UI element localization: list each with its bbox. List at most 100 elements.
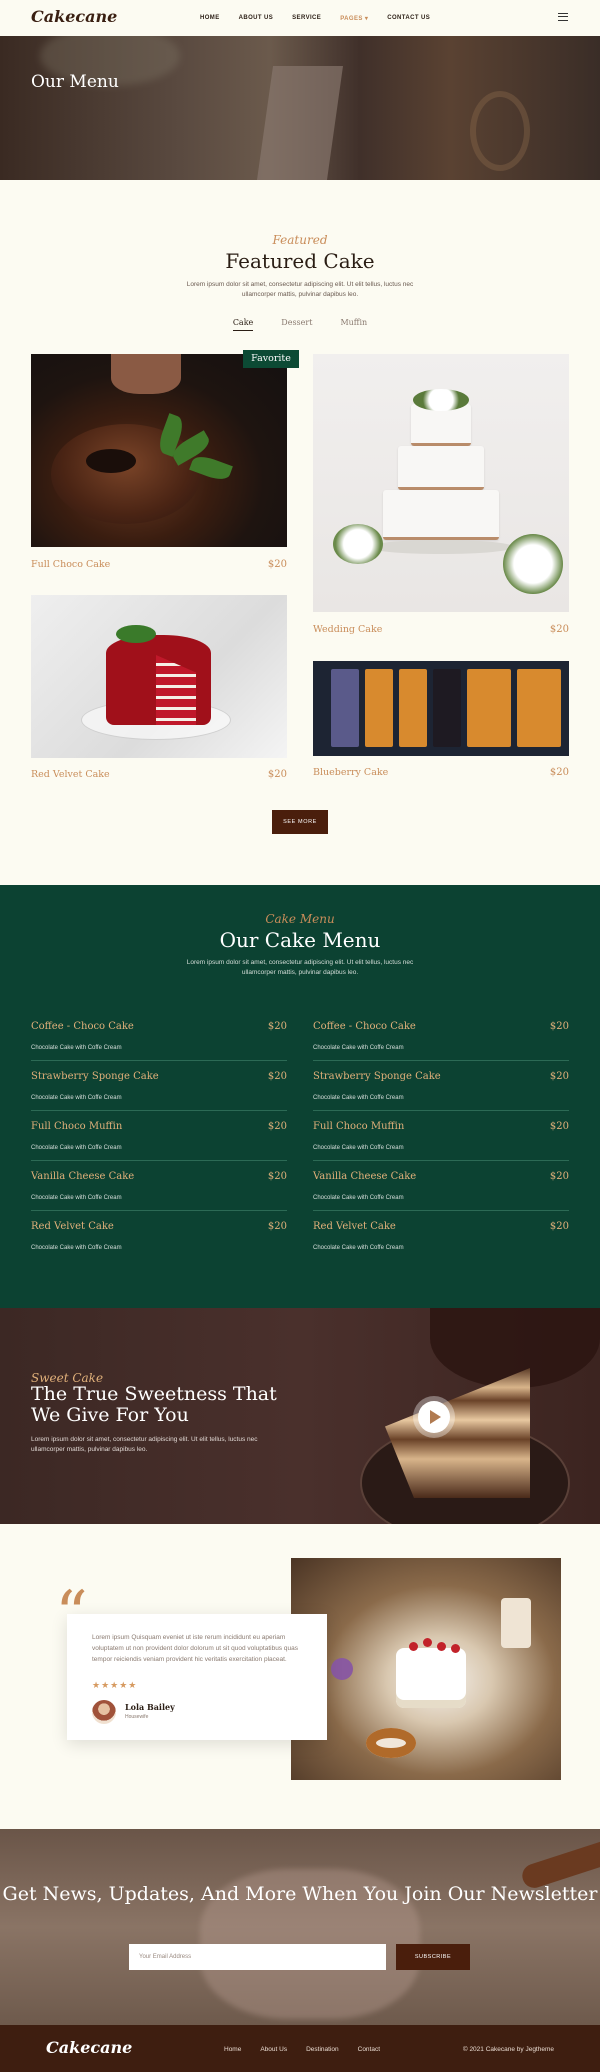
menu-item-description: Chocolate Cake with Coffe Cream — [313, 1145, 404, 1151]
menu-item-description: Chocolate Cake with Coffe Cream — [313, 1095, 404, 1101]
tea-cup-shape — [366, 1728, 416, 1758]
menu-item-price: $20 — [267, 1121, 287, 1132]
sweet-cake-description: Lorem ipsum dolor sit amet, consectetur … — [31, 1436, 258, 1453]
featured-tabs: Cake Dessert Muffin — [0, 318, 600, 331]
strawberry-shape — [409, 1642, 418, 1651]
cake-shape — [396, 1648, 466, 1708]
cake-bar-shape — [365, 669, 393, 747]
menu-item[interactable]: Coffee - Choco Cake $20 Chocolate Cake w… — [313, 1021, 569, 1061]
item-price: $20 — [267, 559, 287, 570]
menu-item-price: $20 — [267, 1171, 287, 1182]
menu-item-description: Chocolate Cake with Coffe Cream — [313, 1245, 404, 1251]
footer-link-destination[interactable]: Destination — [306, 2046, 339, 2053]
tab-muffin[interactable]: Muffin — [340, 318, 367, 331]
menu-item-description: Chocolate Cake with Coffe Cream — [31, 1195, 122, 1201]
menu-item[interactable]: Red Velvet Cake $20 Chocolate Cake with … — [313, 1221, 569, 1261]
cake-hole-shape — [86, 449, 136, 473]
item-price: $20 — [267, 769, 287, 780]
nav-pages[interactable]: PAGES ▾ — [340, 15, 368, 22]
menu-item-name: Strawberry Sponge Cake — [31, 1071, 159, 1082]
menu-item[interactable]: Red Velvet Cake $20 Chocolate Cake with … — [31, 1221, 287, 1261]
menu-item-price: $20 — [267, 1071, 287, 1082]
play-video-icon[interactable] — [418, 1401, 450, 1433]
cake-bar-shape — [433, 669, 461, 747]
email-field[interactable]: Your Email Address — [129, 1944, 386, 1970]
item-name[interactable]: Full Choco Cake — [31, 559, 110, 570]
site-header: Cakecane HOME ABOUT US SERVICE PAGES ▾ C… — [0, 0, 600, 36]
hero-background-shape — [470, 91, 530, 171]
testimonial-role: Housewife — [125, 1714, 149, 1720]
menu-item-price: $20 — [549, 1071, 569, 1082]
full-choco-cake-image[interactable] — [31, 354, 287, 547]
testimonial-text: Lorem ipsum Quisquam eveniet ut iste rer… — [92, 1634, 298, 1663]
candle-shape — [501, 1598, 531, 1648]
footer-link-contact[interactable]: Contact — [358, 2046, 380, 2053]
menu-item[interactable]: Strawberry Sponge Cake $20 Chocolate Cak… — [31, 1071, 287, 1111]
hero-title: Our Menu — [31, 72, 119, 92]
subscribe-button[interactable]: SUBSCRIBE — [396, 1944, 470, 1970]
tab-dessert[interactable]: Dessert — [281, 318, 312, 331]
menu-item-price: $20 — [549, 1171, 569, 1182]
site-logo[interactable]: Cakecane — [31, 7, 117, 26]
menu-item-name: Full Choco Muffin — [313, 1121, 405, 1132]
cake-slice-shape — [385, 1368, 530, 1498]
favorite-badge: Favorite — [243, 350, 299, 368]
menu-item-name: Vanilla Cheese Cake — [31, 1171, 135, 1182]
cake-bar-shape — [517, 669, 561, 747]
footer-link-about-us[interactable]: About Us — [260, 2046, 287, 2053]
testimonial-card: Lorem ipsum Quisquam eveniet ut iste rer… — [67, 1614, 327, 1740]
item-price: $20 — [549, 624, 569, 635]
menu-item[interactable]: Full Choco Muffin $20 Chocolate Cake wit… — [31, 1121, 287, 1161]
flower-shape — [503, 534, 563, 594]
menu-item-description: Chocolate Cake with Coffe Cream — [313, 1045, 404, 1051]
menu-item[interactable]: Vanilla Cheese Cake $20 Chocolate Cake w… — [31, 1171, 287, 1211]
menu-item-description: Chocolate Cake with Coffe Cream — [31, 1095, 122, 1101]
see-more-button[interactable]: SEE MORE — [272, 810, 328, 834]
hamburger-menu-icon[interactable] — [558, 13, 568, 21]
item-name[interactable]: Wedding Cake — [313, 624, 382, 635]
footer-link-home[interactable]: Home — [224, 2046, 241, 2053]
menu-item-name: Full Choco Muffin — [31, 1121, 123, 1132]
menu-item[interactable]: Full Choco Muffin $20 Chocolate Cake wit… — [313, 1121, 569, 1161]
flower-shape — [413, 389, 469, 411]
nav-contact-us[interactable]: CONTACT US — [387, 15, 430, 22]
featured-subtitle: Featured — [272, 233, 328, 247]
menu-item-name: Vanilla Cheese Cake — [313, 1171, 417, 1182]
menu-item[interactable]: Vanilla Cheese Cake $20 Chocolate Cake w… — [313, 1171, 569, 1211]
nav-home[interactable]: HOME — [200, 15, 220, 22]
cake-menu-subtitle: Cake Menu — [265, 912, 335, 926]
wedding-cake-image[interactable] — [313, 354, 569, 612]
menu-item-description: Chocolate Cake with Coffe Cream — [31, 1045, 122, 1051]
cake-tier-shape — [383, 490, 499, 540]
red-velvet-cake-image[interactable] — [31, 595, 287, 758]
menu-item-name: Red Velvet Cake — [31, 1221, 114, 1232]
featured-description: Lorem ipsum dolor sit amet, consectetur … — [186, 281, 414, 298]
cake-bar-shape — [467, 669, 511, 747]
cake-bar-shape — [399, 669, 427, 747]
strawberry-shape — [423, 1638, 432, 1647]
hand-shape — [111, 354, 181, 394]
featured-title: Featured Cake — [225, 249, 375, 273]
cake-bar-shape — [331, 669, 359, 747]
blueberry-cake-image[interactable] — [313, 661, 569, 756]
cake-menu-description: Lorem ipsum dolor sit amet, consectetur … — [186, 959, 414, 976]
rating-stars: ★★★★★ — [92, 1680, 138, 1690]
menu-item[interactable]: Strawberry Sponge Cake $20 Chocolate Cak… — [313, 1071, 569, 1111]
menu-item-price: $20 — [267, 1021, 287, 1032]
item-name[interactable]: Red Velvet Cake — [31, 769, 110, 780]
menu-item-name: Red Velvet Cake — [313, 1221, 396, 1232]
menu-item-price: $20 — [549, 1221, 569, 1232]
menu-item-name: Coffee - Choco Cake — [313, 1021, 416, 1032]
main-nav: HOME ABOUT US SERVICE PAGES ▾ CONTACT US — [200, 15, 449, 22]
tab-cake[interactable]: Cake — [232, 318, 254, 331]
testimonial-name: Lola Bailey — [125, 1702, 175, 1712]
topping-shape — [116, 625, 156, 643]
menu-item-price: $20 — [549, 1121, 569, 1132]
item-name[interactable]: Blueberry Cake — [313, 767, 388, 778]
footer-logo[interactable]: Cakecane — [46, 2038, 132, 2057]
nav-service[interactable]: SERVICE — [292, 15, 321, 22]
cupcake-shape — [331, 1658, 353, 1680]
menu-item[interactable]: Coffee - Choco Cake $20 Chocolate Cake w… — [31, 1021, 287, 1061]
nav-about-us[interactable]: ABOUT US — [239, 15, 274, 22]
flower-shape — [333, 524, 383, 564]
